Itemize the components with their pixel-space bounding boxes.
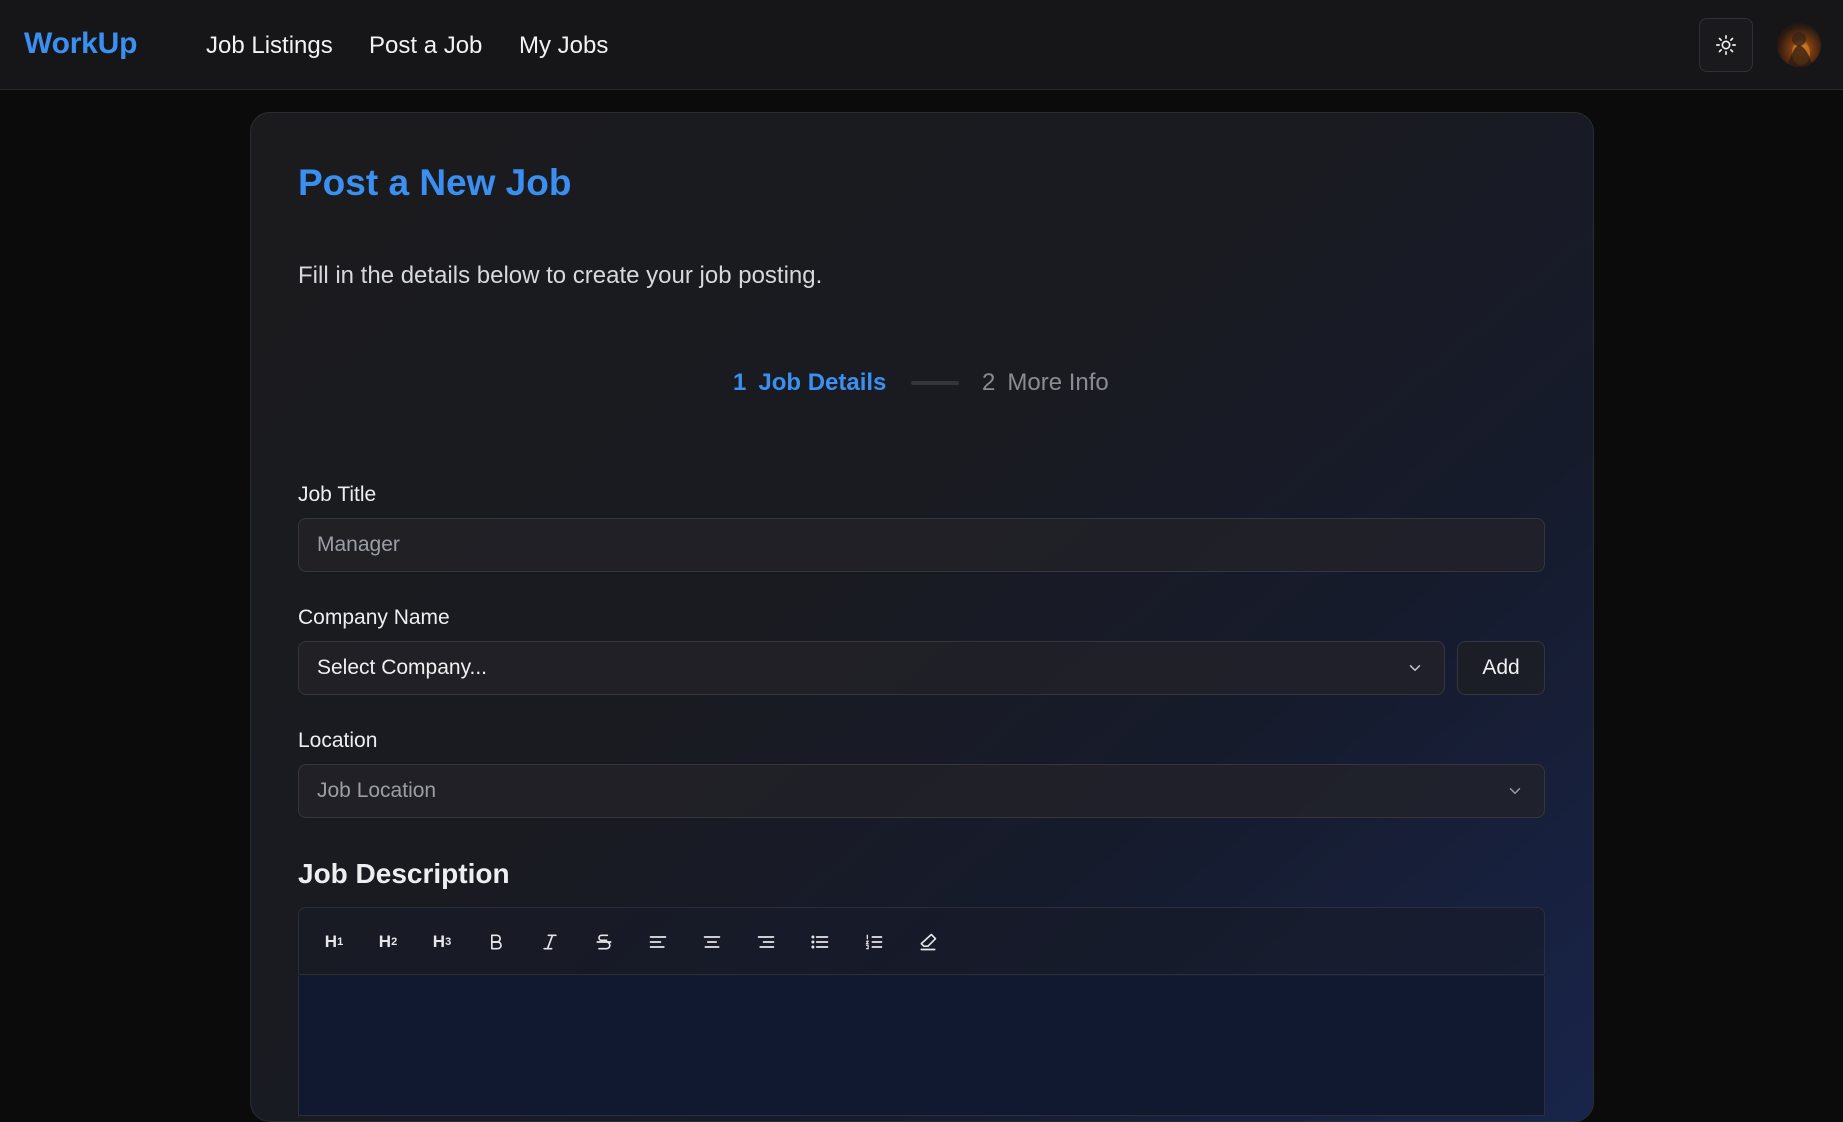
job-title-placeholder: Manager: [317, 533, 400, 556]
page-title: Post a New Job: [298, 162, 572, 203]
strikethrough-icon[interactable]: [584, 922, 624, 962]
location-placeholder: Job Location: [317, 779, 437, 802]
nav-job-listings[interactable]: Job Listings: [206, 32, 333, 60]
nav-my-jobs[interactable]: My Jobs: [519, 32, 608, 60]
h3-icon[interactable]: H3: [422, 922, 462, 962]
company-select-value: Select Company...: [317, 656, 488, 679]
align-right-icon[interactable]: [746, 922, 786, 962]
step-label: Job Details: [758, 369, 887, 396]
bold-icon[interactable]: [476, 922, 516, 962]
job-description-editor[interactable]: [298, 976, 1545, 1116]
company-select[interactable]: Select Company...: [298, 641, 1445, 695]
align-center-icon[interactable]: [692, 922, 732, 962]
location-select[interactable]: Job Location: [298, 764, 1545, 818]
company-name-label: Company Name: [298, 606, 450, 629]
step-number: 1: [733, 369, 747, 396]
step-more-info[interactable]: 2 More Info: [982, 369, 1109, 397]
h2-icon[interactable]: H2: [368, 922, 408, 962]
align-left-icon[interactable]: [638, 922, 678, 962]
top-navbar: WorkUp Job Listings Post a Job My Jobs: [0, 0, 1843, 90]
sun-icon: [1715, 34, 1737, 56]
step-job-details[interactable]: 1 Job Details: [733, 369, 886, 397]
chevron-down-icon: [1406, 659, 1424, 677]
page-subtitle: Fill in the details below to create your…: [298, 262, 823, 289]
clear-format-icon[interactable]: [908, 922, 948, 962]
step-connector: [911, 381, 959, 385]
ordered-list-icon[interactable]: [854, 922, 894, 962]
editor-toolbar: H1 H2 H3: [298, 907, 1545, 975]
step-label: More Info: [1007, 369, 1109, 396]
user-avatar[interactable]: [1777, 23, 1821, 67]
job-description-heading: Job Description: [298, 858, 510, 889]
step-number: 2: [982, 369, 996, 396]
location-label: Location: [298, 729, 378, 752]
job-title-input[interactable]: Manager: [298, 518, 1545, 572]
theme-toggle-button[interactable]: [1699, 18, 1753, 72]
add-company-button[interactable]: Add: [1457, 641, 1545, 695]
h1-icon[interactable]: H1: [314, 922, 354, 962]
bullet-list-icon[interactable]: [800, 922, 840, 962]
brand-logo[interactable]: WorkUp: [24, 27, 137, 61]
nav-post-a-job[interactable]: Post a Job: [369, 32, 482, 60]
italic-icon[interactable]: [530, 922, 570, 962]
job-title-label: Job Title: [298, 483, 377, 506]
chevron-down-icon: [1506, 782, 1524, 800]
